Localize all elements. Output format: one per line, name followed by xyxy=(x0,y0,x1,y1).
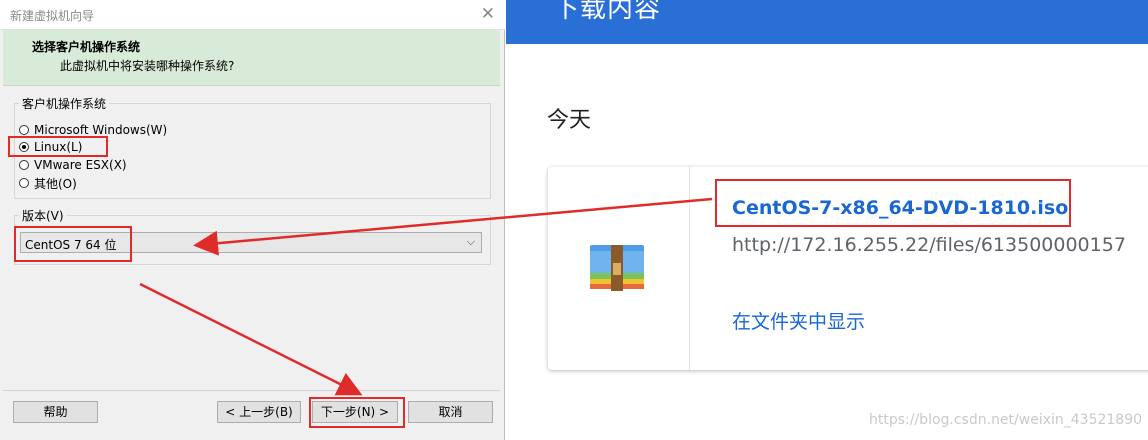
annotation-arrows xyxy=(139,197,713,396)
arrow-filename-to-version xyxy=(193,197,713,256)
arrow-to-next-button xyxy=(139,282,363,396)
